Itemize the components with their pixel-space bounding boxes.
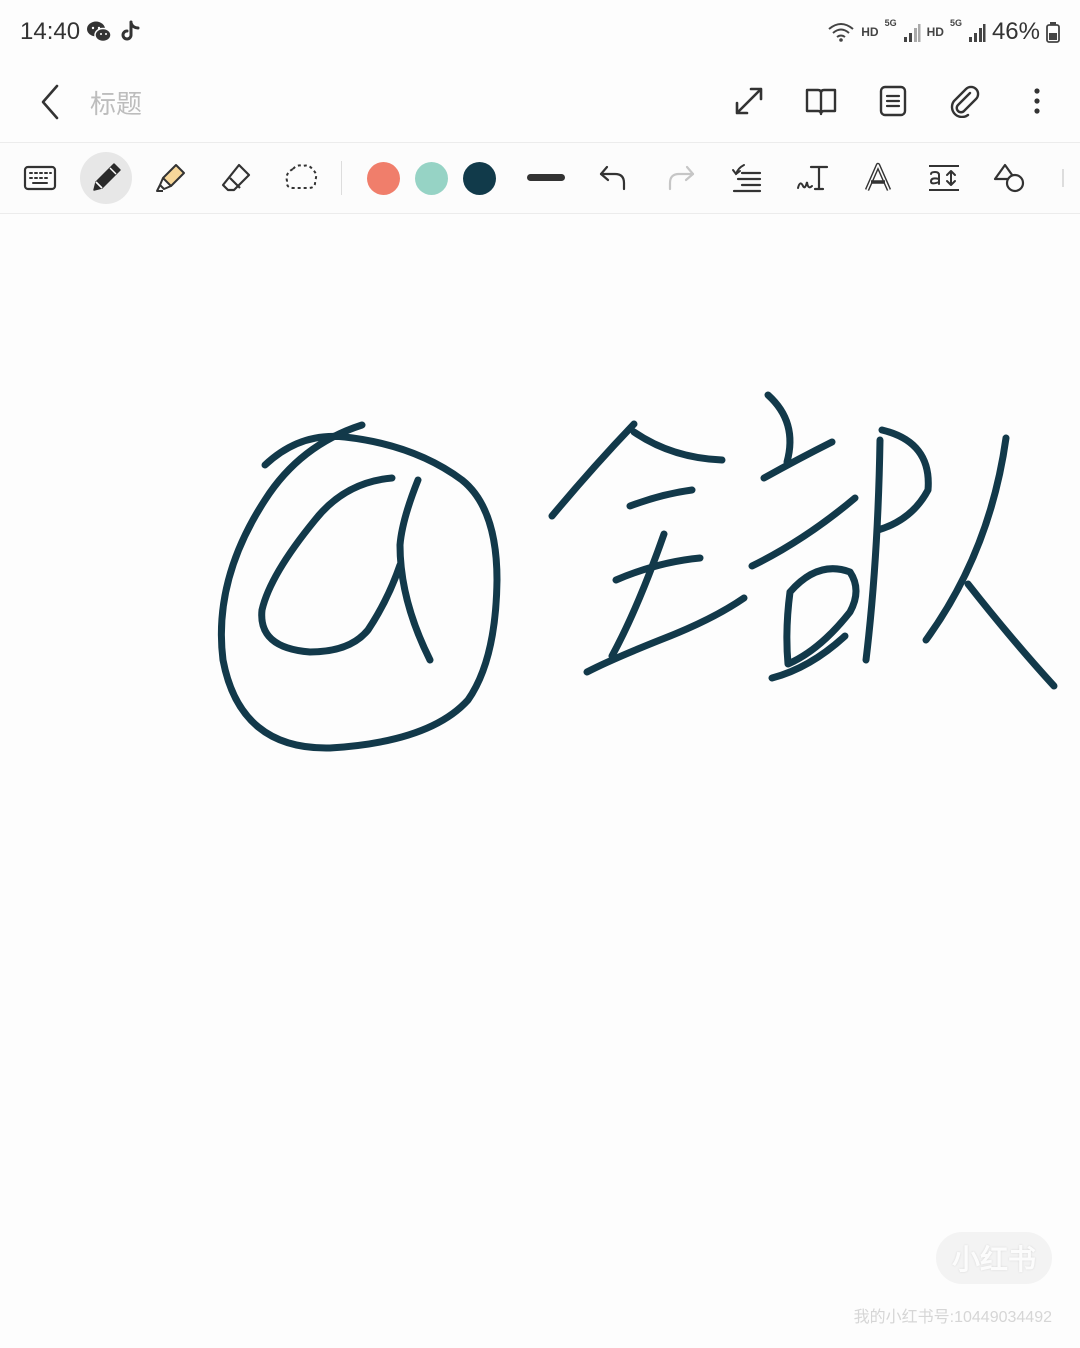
title-actions	[726, 78, 1060, 124]
expand-icon	[735, 87, 763, 115]
text-size-button[interactable]	[918, 152, 970, 204]
pen-icon	[93, 163, 121, 191]
ink-stroke-quan-6	[583, 594, 748, 676]
color-swatch-navy[interactable]	[463, 162, 496, 195]
highlighter-icon	[156, 164, 185, 192]
wifi-icon	[828, 23, 854, 42]
page-view-button[interactable]	[870, 78, 916, 124]
text-size-icon	[929, 165, 959, 191]
eraser-tool-button[interactable]	[210, 152, 262, 204]
drawing-canvas[interactable]	[0, 212, 1080, 1348]
toolbar-divider	[341, 161, 342, 195]
ink-stroke-quan-2	[630, 428, 726, 464]
network-label-1: 5G	[884, 18, 897, 28]
shapes-icon	[993, 163, 1025, 193]
ink-stroke-bu-7	[768, 632, 849, 682]
ink-stroke-a-stem	[396, 476, 434, 664]
back-button[interactable]	[30, 80, 74, 124]
ink-stroke-circle	[217, 421, 501, 752]
ink-stroke-bu-5	[874, 426, 932, 534]
ink-stroke-quan-1	[548, 420, 638, 520]
battery-icon	[1046, 22, 1060, 43]
line-thickness-icon	[527, 174, 565, 181]
attach-button[interactable]	[942, 78, 988, 124]
hd-badge-1: HD	[861, 25, 879, 39]
more-icon	[1034, 88, 1040, 114]
handwriting-ink	[217, 391, 1058, 752]
expand-button[interactable]	[726, 78, 772, 124]
ink-stroke-bu-3	[748, 494, 859, 570]
note-title-input[interactable]: 标题	[90, 84, 142, 121]
lasso-select-button[interactable]	[275, 152, 327, 204]
text-style-icon	[864, 162, 892, 191]
toolbar-scroll-edge	[1062, 169, 1064, 187]
lasso-select-icon	[285, 164, 318, 189]
color-swatch-mint[interactable]	[415, 162, 448, 195]
ink-stroke-bu-2	[760, 438, 836, 482]
xiaohongshu-watermark-id: 我的小红书号:10449034492	[853, 1309, 1052, 1326]
signal-5g-icon	[968, 24, 986, 42]
network-label-2: 5G	[949, 18, 962, 28]
signal-5g-icon	[903, 24, 921, 42]
attach-icon	[950, 85, 980, 118]
text-style-button[interactable]	[852, 152, 904, 204]
undo-button[interactable]	[587, 152, 639, 204]
ink-stroke-ren-1	[922, 434, 1010, 644]
back-arrow-icon	[41, 84, 59, 120]
stroke-size-button[interactable]	[520, 152, 572, 204]
status-app-icons	[86, 18, 140, 46]
keyboard-icon	[23, 165, 57, 191]
highlighter-tool-button[interactable]	[145, 152, 197, 204]
ink-stroke-quan-4	[612, 554, 704, 584]
color-swatch-coral[interactable]	[367, 162, 400, 195]
redo-button[interactable]	[655, 152, 707, 204]
status-indicators: HD 5G HD 5G 46%	[827, 16, 1060, 48]
book-view-icon	[805, 88, 837, 116]
ink-stroke-bu-4	[783, 565, 860, 668]
ink-stroke-bu-1	[764, 391, 794, 466]
book-view-button[interactable]	[798, 78, 844, 124]
keyboard-button[interactable]	[14, 152, 66, 204]
title-bar: 标题	[0, 64, 1080, 142]
ink-stroke-bu-6	[862, 436, 884, 664]
status-time: 14:40	[20, 18, 81, 45]
battery-percent: 46%	[991, 18, 1040, 45]
xiaohongshu-watermark-logo: 小红书	[936, 1232, 1052, 1284]
drawing-toolbar	[0, 142, 1080, 214]
hd-badge-2: HD	[926, 25, 944, 39]
page-view-icon	[879, 85, 907, 117]
ink-stroke-a-bowl	[258, 474, 404, 656]
straighten-icon	[732, 164, 762, 193]
pen-tool-button[interactable]	[80, 152, 132, 204]
straighten-button[interactable]	[721, 152, 773, 204]
tiktok-icon	[121, 20, 140, 41]
eraser-icon	[221, 163, 251, 192]
handwriting-to-text-icon	[797, 165, 829, 191]
status-bar: 14:40 HD 5G HD 5G 46%	[0, 0, 1080, 64]
handwriting-to-text-button[interactable]	[786, 152, 838, 204]
shapes-button[interactable]	[984, 152, 1036, 204]
more-options-button[interactable]	[1014, 78, 1060, 124]
ink-stroke-ren-2	[964, 580, 1058, 690]
wechat-icon	[87, 21, 112, 43]
ink-stroke-quan-5	[608, 530, 668, 660]
undo-icon	[599, 165, 626, 191]
redo-icon	[668, 165, 695, 191]
ink-stroke-quan-3	[626, 486, 696, 510]
